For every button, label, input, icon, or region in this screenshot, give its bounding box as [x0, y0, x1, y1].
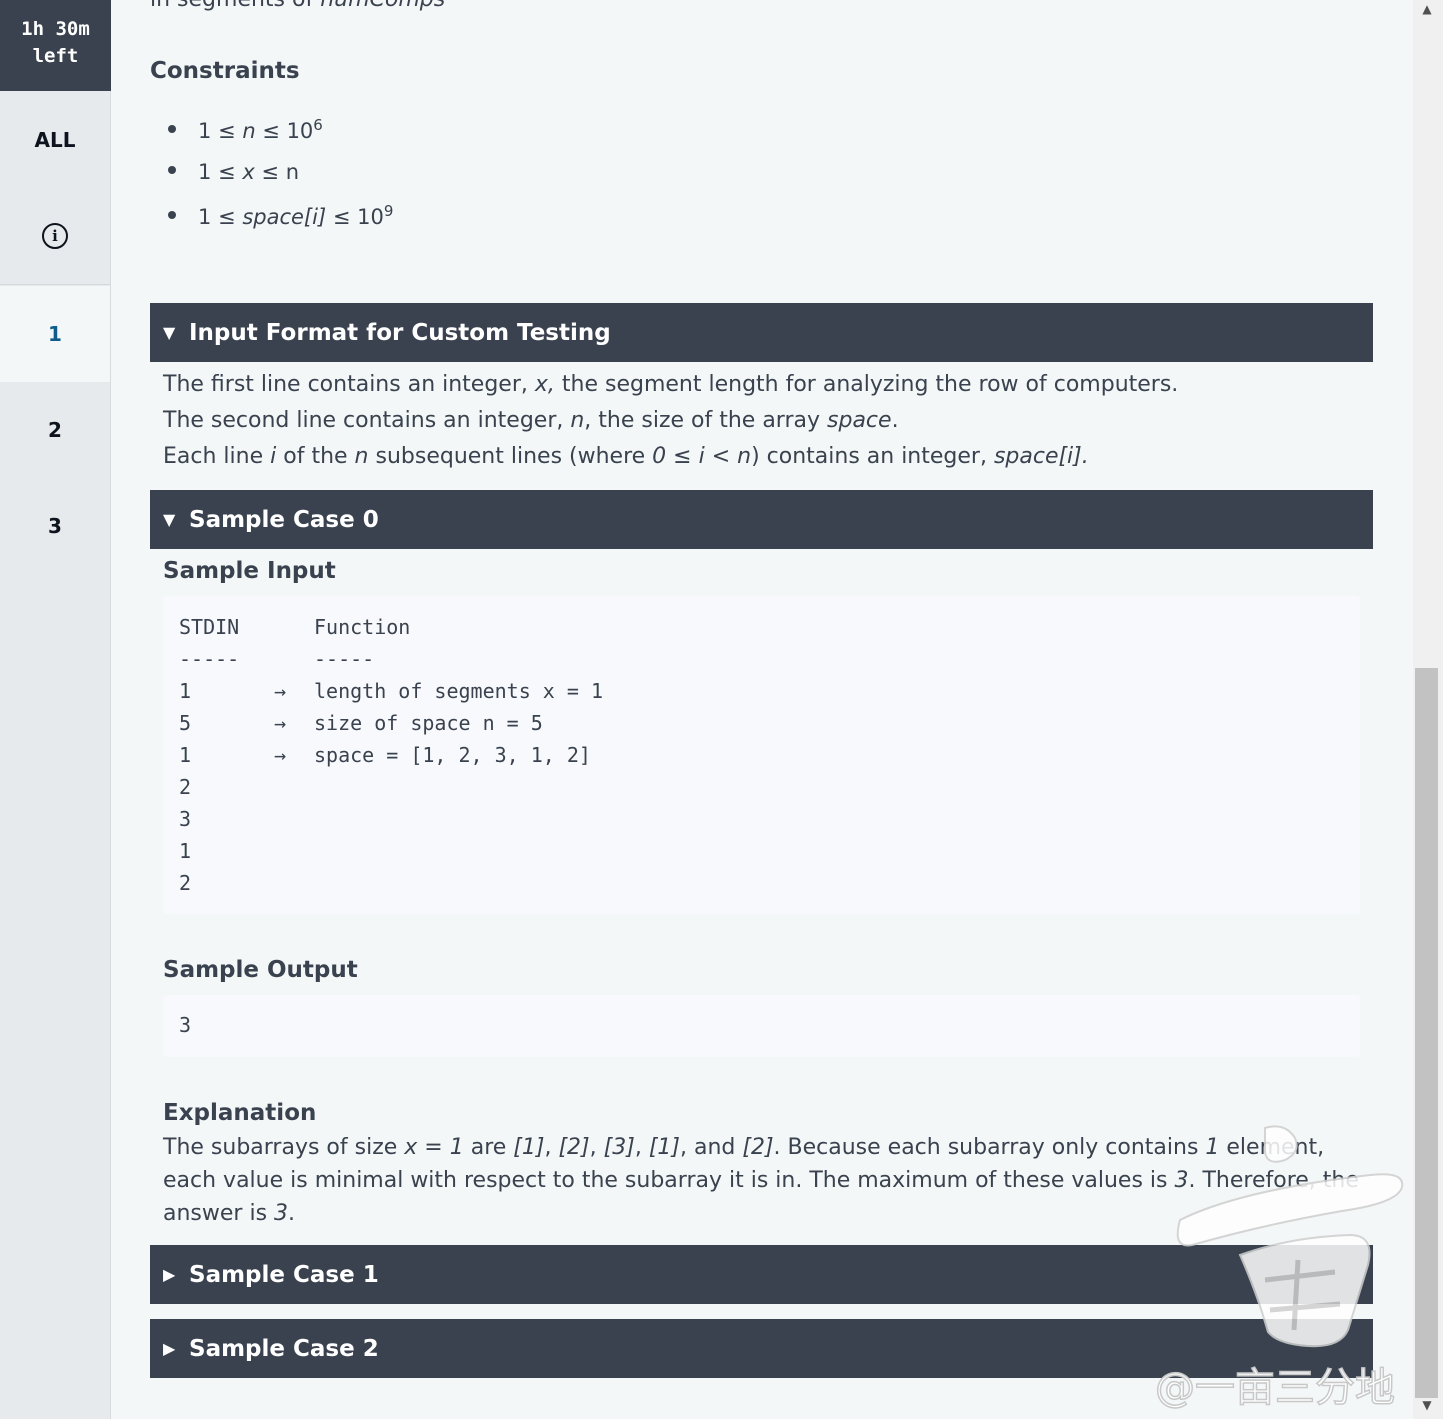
code-line: ----- -----	[179, 647, 375, 671]
watermark-logo	[1176, 1125, 1404, 1348]
code-line: 3	[179, 807, 192, 831]
sample-case-0-toggle[interactable]: ▼ Sample Case 0	[150, 490, 1373, 549]
nav-question-3[interactable]: 3	[0, 478, 110, 574]
sample-input-heading: Sample Input	[163, 558, 336, 584]
code-line: 1 → length of segments x = 1	[179, 679, 603, 703]
explanation-heading: Explanation	[163, 1100, 317, 1126]
scroll-down-arrow-icon[interactable]: ▼	[1416, 1398, 1438, 1412]
sample-case-0-title: Sample Case 0	[189, 506, 379, 533]
bullet	[168, 125, 176, 133]
scroll-up-arrow-icon[interactable]: ▲	[1416, 2, 1438, 16]
constraint-item: 1 ≤ n ≤ 106	[168, 116, 323, 143]
rail-divider	[0, 284, 110, 285]
sample-input-code: STDIN Function ----- ----- 1 → length of seg…	[163, 596, 1360, 914]
nav-info[interactable]: i	[0, 188, 110, 284]
triangle-down-icon: ▼	[163, 323, 176, 342]
code-line: 3	[179, 1013, 192, 1037]
code-line: 2	[179, 871, 192, 895]
time-remaining-value: 1h 30m	[21, 18, 90, 40]
sample-output-code: 3	[163, 995, 1360, 1057]
bullet	[168, 166, 176, 174]
sample-case-2-title: Sample Case 2	[189, 1335, 379, 1362]
code-line: STDIN Function	[179, 615, 411, 639]
constraints-heading: Constraints	[150, 58, 300, 84]
watermark-text: @一亩三分地	[1154, 1364, 1396, 1412]
input-format-toggle[interactable]: ▼ Input Format for Custom Testing	[150, 303, 1373, 362]
input-format-title: Input Format for Custom Testing	[189, 319, 611, 346]
previous-paragraph-fragment: in segments of numComps	[150, 0, 445, 12]
code-line: 5 → size of space n = 5	[179, 711, 543, 735]
input-format-line-3: Each line i of the n subsequent lines (w…	[163, 444, 1089, 469]
triangle-right-icon: ▶	[163, 1339, 176, 1358]
info-icon: i	[42, 223, 68, 249]
time-remaining-suffix: left	[32, 45, 79, 67]
nav-question-1[interactable]: 1	[0, 286, 110, 382]
nav-question-2[interactable]: 2	[0, 382, 110, 478]
constraint-item: 1 ≤ space[i] ≤ 109	[168, 202, 393, 229]
constraint-item: 1 ≤ x ≤ n	[168, 160, 299, 184]
code-line: 2	[179, 775, 192, 799]
time-remaining: 1h 30m left	[0, 0, 111, 91]
bullet	[168, 211, 176, 219]
sample-output-heading: Sample Output	[163, 957, 358, 983]
question-nav-rail: 1h 30m left ALL i 1 2 3	[0, 0, 111, 1419]
nav-all-questions[interactable]: ALL	[0, 92, 110, 188]
code-line: 1 → space = [1, 2, 3, 1, 2]	[179, 743, 591, 767]
input-format-line-2: The second line contains an integer, n, …	[163, 408, 899, 433]
triangle-down-icon: ▼	[163, 510, 176, 529]
input-format-line-1: The first line contains an integer, x, t…	[163, 372, 1179, 397]
code-line: 1	[179, 839, 192, 863]
triangle-right-icon: ▶	[163, 1265, 176, 1284]
sample-case-1-title: Sample Case 1	[189, 1261, 379, 1288]
scrollbar-thumb[interactable]	[1415, 668, 1438, 1398]
